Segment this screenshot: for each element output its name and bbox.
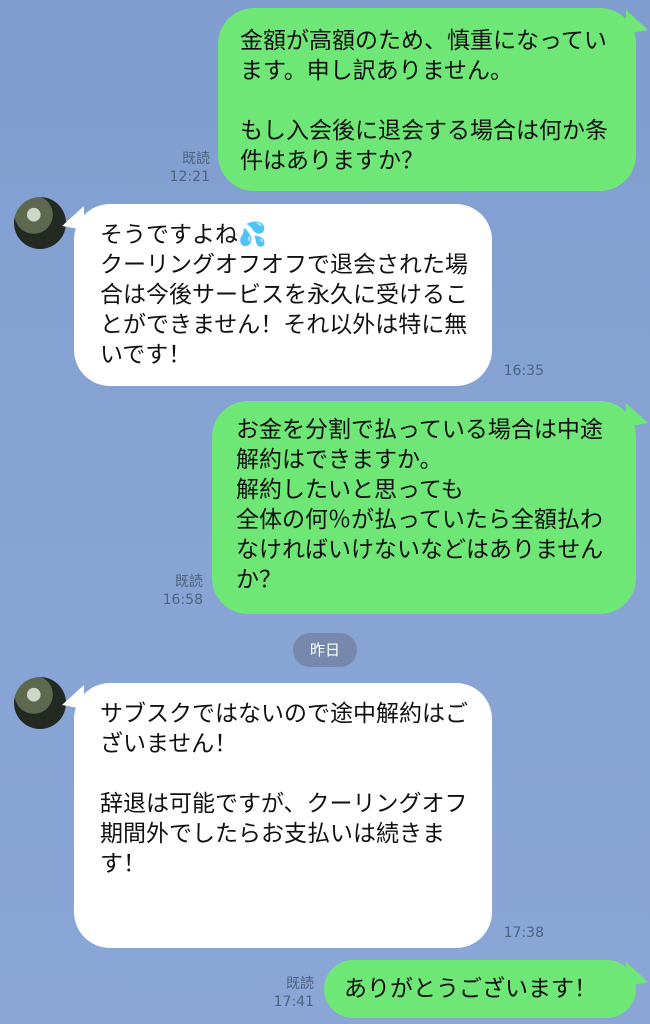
chat-thread: 金額が高額のため、慎重になっています。申し訳ありません。 もし入会後に退会する場…: [0, 0, 650, 1024]
read-receipt: 既読: [286, 976, 314, 992]
sent-message-bubble-3[interactable]: ありがとうございます！: [324, 960, 636, 1018]
message-time: 17:38: [503, 925, 544, 941]
sent-message-bubble-2[interactable]: お金を分割で払っている場合は中途解約はできますか。 解約したいと思っても 全体の…: [212, 401, 636, 614]
received-message-bubble-2[interactable]: サブスクではないので途中解約はございません！ 辞退は可能ですが、クーリングオフ期…: [74, 683, 492, 948]
message-time: 12:21: [169, 169, 210, 185]
message-time: 16:35: [503, 363, 544, 379]
message-meta-1: 既読 12:21: [152, 150, 210, 186]
avatar-icon[interactable]: [14, 197, 66, 249]
message-meta-3: 既読 16:58: [145, 573, 203, 609]
read-receipt: 既読: [175, 574, 203, 590]
message-meta-2: 16:35: [496, 362, 544, 380]
avatar-icon[interactable]: [14, 677, 66, 729]
message-time: 16:58: [162, 592, 203, 608]
message-time: 17:41: [273, 994, 314, 1010]
read-receipt: 既読: [182, 151, 210, 167]
sent-message-bubble-1[interactable]: 金額が高額のため、慎重になっています。申し訳ありません。 もし入会後に退会する場…: [218, 8, 636, 191]
received-message-bubble-1[interactable]: そうですよね💦 クーリングオフオフで退会された場合は今後サービスを永久に受けるこ…: [74, 204, 492, 386]
message-meta-5: 既読 17:41: [256, 975, 314, 1011]
date-separator: 昨日: [293, 633, 357, 667]
message-meta-4: 17:38: [496, 924, 544, 942]
